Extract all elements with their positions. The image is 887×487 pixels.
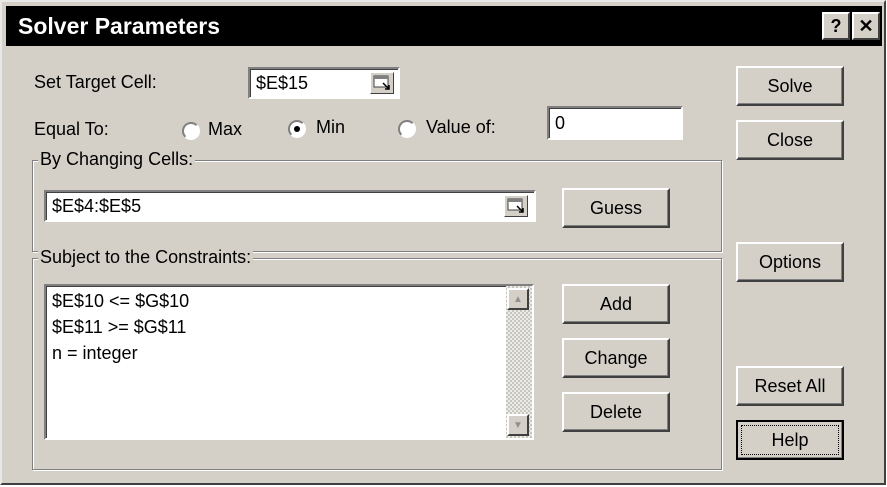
options-button[interactable]: Options xyxy=(736,242,844,282)
changing-cells-value: $E$4:$E$5 xyxy=(52,195,142,216)
close-button-label: Close xyxy=(766,129,814,150)
max-radio-label[interactable]: Max xyxy=(208,119,242,140)
close-button[interactable]: Close xyxy=(736,120,844,160)
value-of-value: 0 xyxy=(555,112,566,133)
options-button-label: Options xyxy=(758,251,822,272)
guess-button[interactable]: Guess xyxy=(562,188,670,228)
list-item[interactable]: $E$11 >= $G$11 xyxy=(48,314,500,340)
help-button-label: Help xyxy=(771,429,809,450)
close-title-button[interactable]: ✕ xyxy=(852,12,880,40)
question-mark-icon: ? xyxy=(830,15,842,36)
constraints-list: $E$10 <= $G$10 $E$11 >= $G$11 n = intege… xyxy=(48,288,500,366)
value-of-radio-label[interactable]: Value of: xyxy=(426,117,496,138)
window-title: Solver Parameters xyxy=(18,12,221,39)
solve-button[interactable]: Solve xyxy=(736,66,844,106)
solver-parameters-dialog: Solver Parameters ? ✕ Set Target Cell: $… xyxy=(0,0,886,485)
changing-cells-label: By Changing Cells: xyxy=(38,149,196,170)
equal-to-label: Equal To: xyxy=(34,119,109,139)
target-cell-value: $E$15 xyxy=(256,72,309,93)
guess-button-label: Guess xyxy=(589,197,643,218)
add-button[interactable]: Add xyxy=(562,284,670,324)
add-button-label: Add xyxy=(599,293,633,314)
title-bar[interactable]: Solver Parameters ? ✕ xyxy=(6,6,882,46)
max-radio[interactable] xyxy=(182,122,200,140)
scroll-down-icon[interactable]: ▼ xyxy=(507,414,529,436)
help-button[interactable]: Help xyxy=(736,420,844,460)
value-of-input[interactable]: 0 xyxy=(547,106,683,140)
target-cell-input[interactable]: $E$15 xyxy=(248,67,400,99)
list-item[interactable]: $E$10 <= $G$10 xyxy=(48,288,500,314)
delete-button-label: Delete xyxy=(589,401,643,422)
close-icon: ✕ xyxy=(858,15,874,36)
min-radio-label[interactable]: Min xyxy=(316,117,345,138)
constraints-listbox[interactable]: $E$10 <= $G$10 $E$11 >= $G$11 n = intege… xyxy=(44,284,534,440)
collapse-dialog-icon[interactable] xyxy=(504,195,528,217)
list-item[interactable]: n = integer xyxy=(48,340,500,366)
scroll-up-icon[interactable]: ▲ xyxy=(507,288,529,310)
value-of-radio[interactable] xyxy=(398,120,416,138)
radio-selected-dot xyxy=(294,126,300,132)
vertical-scrollbar[interactable]: ▲ ▼ xyxy=(506,286,532,438)
solve-button-label: Solve xyxy=(767,75,813,96)
reset-all-button-label: Reset All xyxy=(754,375,826,396)
delete-button[interactable]: Delete xyxy=(562,392,670,432)
change-button[interactable]: Change xyxy=(562,338,670,378)
min-radio[interactable] xyxy=(288,120,306,138)
reset-all-button[interactable]: Reset All xyxy=(736,366,844,406)
change-button-label: Change xyxy=(584,347,648,368)
constraints-label: Subject to the Constraints: xyxy=(38,247,254,268)
help-title-button[interactable]: ? xyxy=(822,12,850,40)
changing-cells-input[interactable]: $E$4:$E$5 xyxy=(44,190,536,222)
target-cell-label: Set Target Cell: xyxy=(34,72,157,92)
collapse-dialog-icon[interactable] xyxy=(370,72,394,94)
